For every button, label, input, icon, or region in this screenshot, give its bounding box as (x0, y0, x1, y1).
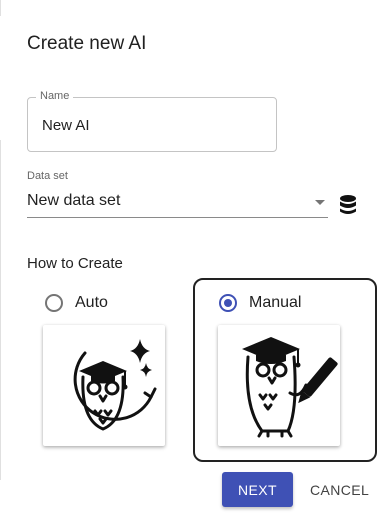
radio-auto-button[interactable] (45, 294, 63, 312)
name-input-value[interactable]: New AI (42, 117, 90, 134)
name-field-label: Name (36, 90, 74, 102)
dataset-label: Data set (27, 170, 68, 182)
radio-manual-label: Manual (249, 294, 302, 311)
database-icon[interactable] (338, 194, 358, 216)
cancel-button[interactable]: CANCEL (304, 472, 374, 507)
create-ai-dialog: Create new AI Name New AI Data set New d… (0, 0, 380, 513)
owl-graduate-pencil-icon (242, 337, 338, 438)
radio-option-manual[interactable]: Manual (219, 294, 301, 312)
owl-graduate-sparkle-icon (73, 339, 157, 431)
left-edge-line (0, 0, 1, 16)
radio-manual-button[interactable] (219, 294, 237, 312)
how-to-create-label: How to Create (27, 255, 123, 272)
manual-option-card[interactable] (218, 325, 340, 446)
radio-auto-label: Auto (75, 294, 108, 311)
next-button[interactable]: NEXT (222, 472, 293, 507)
dialog-title: Create new AI (27, 33, 147, 54)
auto-option-card[interactable] (43, 325, 165, 446)
dataset-select[interactable]: New data set (27, 191, 328, 218)
dataset-selected-value: New data set (27, 192, 121, 209)
dropdown-arrow-icon[interactable] (315, 200, 325, 205)
left-edge-line (0, 140, 1, 480)
radio-option-auto[interactable]: Auto (45, 294, 108, 312)
